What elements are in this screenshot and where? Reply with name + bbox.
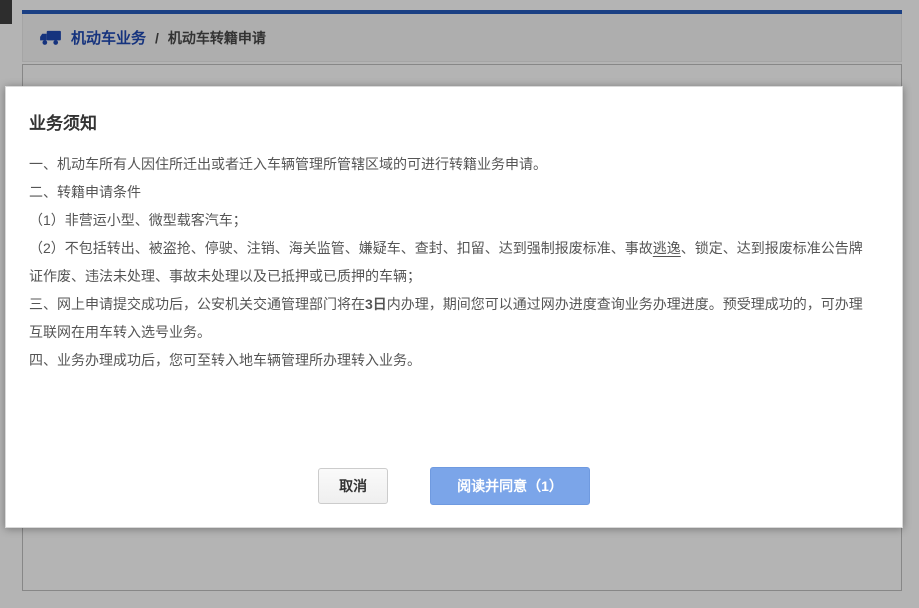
cancel-button[interactable]: 取消 xyxy=(318,468,388,504)
business-notice-modal: 业务须知 一、机动车所有人因住所迁出或者迁入车辆管理所管辖区域的可进行转籍业务申… xyxy=(5,86,903,528)
underlined-term: 逃逸 xyxy=(653,240,681,256)
notice-item-3: 三、网上申请提交成功后，公安机关交通管理部门将在3日内办理，期间您可以通过网办进… xyxy=(29,290,876,346)
notice-item-2-cond-1: （1）非营运小型、微型载客汽车； xyxy=(29,206,876,234)
modal-button-row: 取消 阅读并同意（1） xyxy=(6,467,902,505)
bold-deadline: 3日 xyxy=(365,296,387,312)
read-and-agree-button[interactable]: 阅读并同意（1） xyxy=(430,467,590,505)
notice-item-2: 二、转籍申请条件 xyxy=(29,178,876,206)
notice-item-4: 四、业务办理成功后，您可至转入地车辆管理所办理转入业务。 xyxy=(29,346,876,374)
modal-title: 业务须知 xyxy=(29,109,876,134)
notice-body: 一、机动车所有人因住所迁出或者迁入车辆管理所管辖区域的可进行转籍业务申请。 二、… xyxy=(29,150,876,374)
notice-item-1: 一、机动车所有人因住所迁出或者迁入车辆管理所管辖区域的可进行转籍业务申请。 xyxy=(29,150,876,178)
notice-item-2-cond-2: （2）不包括转出、被盗抢、停驶、注销、海关监管、嫌疑车、查封、扣留、达到强制报废… xyxy=(29,234,876,290)
vehicle-service-page: 机动车业务 / 机动车转籍申请 业务须知 一、机动车所有人因住所迁出或者迁入车辆… xyxy=(0,0,919,608)
